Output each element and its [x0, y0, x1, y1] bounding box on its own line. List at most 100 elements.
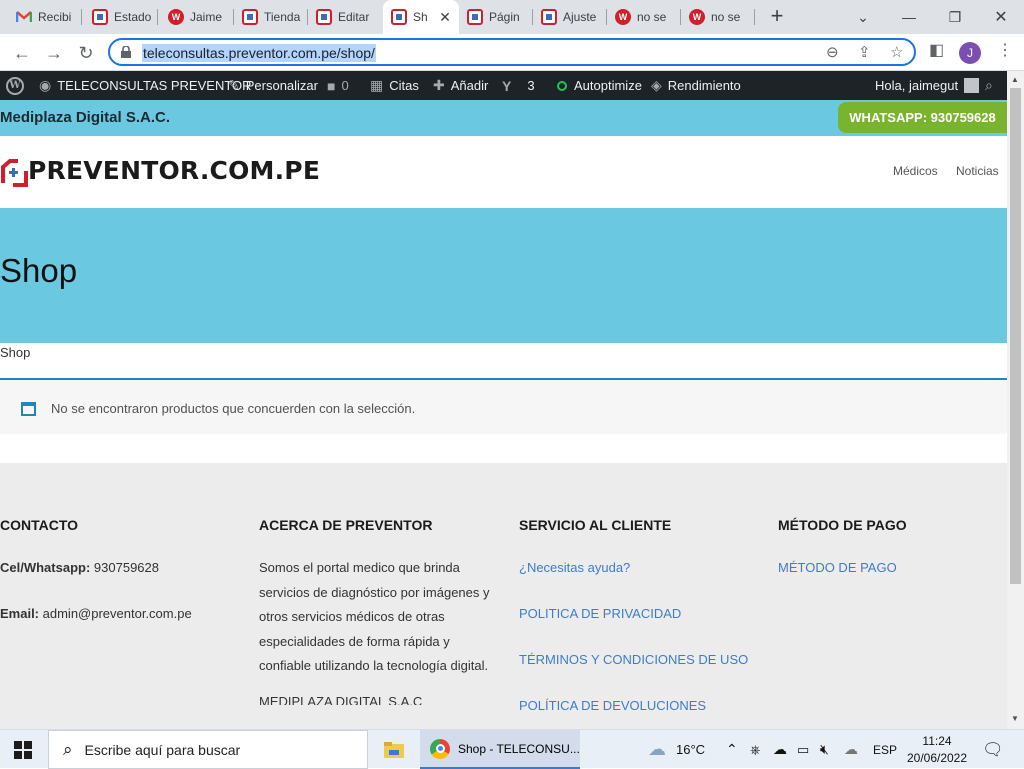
close-tab-icon[interactable]: ✕	[437, 9, 453, 26]
footer-contact: CONTACTO Cel/Whatsapp: 930759628 Email: …	[0, 517, 240, 626]
admin-autoptimize-link[interactable]: Autoptimize	[557, 71, 642, 100]
meet-now-icon[interactable]: ⎈	[750, 730, 760, 769]
nav-noticias[interactable]: Noticias	[956, 164, 999, 178]
plus-icon: ✚	[433, 77, 445, 93]
returns-link[interactable]: POLÍTICA DE DEVOLUCIONES	[519, 683, 759, 729]
scroll-thumb[interactable]	[1010, 88, 1021, 584]
preventor-icon	[316, 9, 332, 25]
taskbar-chrome-app[interactable]: Shop - TELECONSU...	[420, 730, 580, 769]
minimize-button[interactable]: —	[886, 0, 932, 34]
phone-label: Cel/Whatsapp:	[0, 560, 91, 575]
windows-start-icon[interactable]	[14, 730, 32, 769]
tab-gmail[interactable]: Recibi	[8, 0, 82, 34]
help-link[interactable]: ¿Necesitas ayuda?	[519, 545, 759, 591]
clock-date: 20/06/2022	[906, 750, 968, 765]
admin-performance-link[interactable]: ◈ Rendimiento	[651, 71, 741, 100]
tab-pagina[interactable]: Págin	[459, 0, 533, 34]
admin-yoast-link[interactable]: Y3	[502, 71, 535, 100]
payment-link[interactable]: MÉTODO DE PAGO	[778, 545, 998, 591]
close-window-button[interactable]: ✕	[978, 0, 1024, 34]
tab-no-se-2[interactable]: W no se	[681, 0, 755, 34]
preventor-icon	[467, 9, 483, 25]
about-text: Somos el portal medico que brinda servic…	[259, 560, 490, 673]
preventor-icon	[391, 9, 407, 25]
tab-shop-active[interactable]: Sh ✕	[383, 0, 459, 34]
url-text[interactable]: teleconsultas.preventor.com.pe/shop/	[142, 44, 376, 62]
admin-search-icon[interactable]: ⌕	[985, 71, 999, 100]
yoast-icon: Y	[502, 77, 512, 94]
footer-service-heading: SERVICIO AL CLIENTE	[519, 517, 672, 533]
restore-button[interactable]: ❐	[932, 0, 978, 34]
network-icon[interactable]: ▭	[797, 730, 809, 769]
tab-title: Sh	[413, 10, 428, 24]
tab-title: Recibi	[38, 10, 72, 24]
forward-button[interactable]: →	[41, 40, 67, 66]
nav-medicos[interactable]: Médicos	[893, 164, 938, 178]
admin-customize-link[interactable]: ✎ Personalizar	[228, 71, 318, 100]
scroll-down-icon[interactable]: ▼	[1011, 714, 1019, 723]
w-icon: W	[615, 9, 631, 25]
tab-title: Estado	[114, 10, 152, 24]
bookmark-star-icon[interactable]: ☆	[890, 43, 903, 61]
tab-tienda[interactable]: Tienda	[234, 0, 308, 34]
file-explorer-icon[interactable]	[384, 730, 404, 769]
about-company: MEDIPLAZA DIGITAL S.A.C	[259, 693, 423, 705]
tab-editar[interactable]: Editar	[308, 0, 382, 34]
terms-link[interactable]: TÉRMINOS Y CONDICIONES DE USO	[519, 637, 759, 683]
cloud-sync-icon[interactable]: ☁	[844, 730, 858, 769]
admin-add-link[interactable]: ✚ Añadir	[433, 71, 488, 100]
scroll-up-icon[interactable]: ▲	[1011, 75, 1019, 84]
admin-greeting: Hola, jaimegut	[875, 78, 959, 93]
tab-title: Jaime	[190, 10, 223, 24]
admin-citas-link[interactable]: ▦ Citas	[370, 71, 419, 100]
tab-title: Tienda	[264, 10, 301, 24]
notifications-icon[interactable]: 🗨︎	[982, 730, 1004, 769]
chrome-icon	[430, 738, 450, 759]
tab-ajuste[interactable]: Ajuste	[533, 0, 607, 34]
onedrive-icon[interactable]: ☁	[773, 730, 787, 769]
taskbar-search[interactable]: ⌕ Escribe aquí para buscar	[48, 730, 368, 769]
windows-taskbar: ⌕ Escribe aquí para buscar Shop - TELECO…	[0, 729, 1024, 769]
whatsapp-button[interactable]: WHATSAPP: 930759628	[838, 102, 1007, 133]
profile-avatar[interactable]: J	[959, 42, 981, 64]
w-icon: W	[689, 9, 705, 25]
clock[interactable]: 11:24 20/06/2022	[905, 730, 969, 769]
brush-icon: ✎	[228, 77, 240, 93]
yoast-count: 3	[527, 78, 535, 93]
preventor-icon	[541, 9, 557, 25]
input-language[interactable]: ESP	[873, 730, 897, 769]
menu-dots-icon[interactable]: ⋮	[997, 40, 1013, 60]
admin-autoptimize-label: Autoptimize	[574, 78, 642, 93]
page-scrollbar[interactable]: ▲ ▼	[1007, 71, 1024, 729]
tab-estado[interactable]: Estado	[84, 0, 158, 34]
tab-jaime[interactable]: W Jaime	[160, 0, 234, 34]
address-bar[interactable]: teleconsultas.preventor.com.pe/shop/ ⊖ ⇪…	[108, 38, 916, 66]
side-panel-icon[interactable]: ◧	[929, 40, 944, 60]
cloud-icon: ☁	[648, 739, 666, 759]
admin-comments-link[interactable]: ■ 0	[327, 71, 349, 100]
wordpress-logo-icon[interactable]: W	[6, 71, 24, 100]
footer-contact-heading: CONTACTO	[0, 517, 79, 533]
weather-widget[interactable]: ☁ 16°C	[648, 730, 705, 769]
admin-site-link[interactable]: ◉ TELECONSULTAS PREVENTOR	[39, 71, 252, 100]
show-hidden-icons-icon[interactable]: ⌃	[726, 730, 738, 769]
share-icon[interactable]: ⇪	[858, 43, 871, 61]
calendar-icon: ▦	[370, 77, 384, 93]
user-avatar-icon	[964, 78, 980, 93]
email-label: Email:	[0, 605, 40, 621]
tab-no-se-1[interactable]: W no se	[607, 0, 681, 34]
temperature: 16°C	[676, 742, 706, 757]
admin-account-link[interactable]: Hola, jaimegut	[875, 71, 980, 100]
zoom-icon[interactable]: ⊖	[826, 43, 839, 61]
email-value[interactable]: admin@preventor.com.pe	[43, 606, 192, 621]
reload-button[interactable]: ↻	[73, 40, 99, 66]
preventor-icon	[242, 9, 258, 25]
clock-time: 11:24	[922, 733, 952, 748]
new-tab-button[interactable]: +	[766, 5, 788, 29]
volume-muted-icon[interactable]: 🔇︎	[820, 730, 829, 769]
back-button[interactable]: ←	[9, 40, 35, 66]
site-logo[interactable]: PREVENTOR.COM.PE	[0, 156, 320, 187]
w-icon: W	[168, 9, 184, 25]
privacy-link[interactable]: POLITICA DE PRIVACIDAD	[519, 591, 759, 637]
tab-search-chevron-icon[interactable]: ⌄	[840, 0, 886, 34]
